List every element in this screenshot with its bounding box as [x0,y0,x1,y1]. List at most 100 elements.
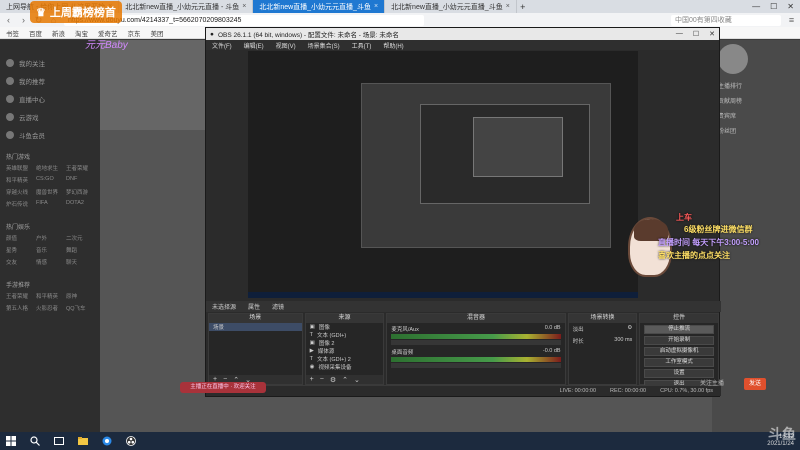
sidebar-link[interactable]: 颜值 [6,234,34,242]
sidebar-link[interactable]: 第五人格 [6,304,34,312]
search-icon[interactable] [30,436,40,446]
settings-button[interactable]: 设置 [644,369,714,378]
sidebar-item[interactable]: 我的关注 [6,54,94,72]
up-icon[interactable]: ⌃ [342,376,348,384]
live-notice[interactable]: 主播正在直播中 · 欢迎关注 [180,382,266,393]
add-icon[interactable]: + [310,376,314,383]
bookmark-item[interactable]: 新浪 [52,28,65,38]
sidebar-link[interactable]: 王者荣耀 [66,164,94,172]
sidebar-link[interactable]: 星秀 [6,246,34,254]
menu-tools[interactable]: 工具(T) [352,41,372,50]
virtual-camera-button[interactable]: 启动虚拟摄像机 [644,347,714,356]
source-item[interactable]: ▶ 媒体源 [306,347,384,355]
volume-slider[interactable] [391,363,561,368]
right-panel-item[interactable]: 贵宾席 [712,108,800,123]
studio-mode-button[interactable]: 工作室模式 [644,358,714,367]
remove-icon[interactable]: − [320,376,324,383]
sidebar-link[interactable]: 王者荣耀 [6,292,34,300]
close-icon[interactable]: × [242,3,246,10]
channel-db: -0.0 dB [542,348,561,354]
filters-button[interactable]: 滤镜 [272,302,284,311]
menu-view[interactable]: 视图(V) [276,41,296,50]
bookmark-item[interactable]: 百度 [29,28,42,38]
sidebar-link[interactable]: 舞蹈 [66,246,94,254]
windows-start-icon[interactable] [6,436,16,446]
browser-icon[interactable] [102,436,112,446]
sidebar-item[interactable]: 直播中心 [6,90,94,108]
sidebar-link[interactable]: 和平精英 [36,292,64,300]
sidebar-link[interactable]: 聊天 [66,258,94,266]
sidebar-link[interactable]: 交友 [6,258,34,266]
search-input[interactable]: 中国00有第四收藏 [671,14,781,26]
avatar[interactable] [718,44,748,74]
sidebar-item[interactable]: 斗鱼会员 [6,126,94,144]
menu-help[interactable]: 帮助(H) [383,41,403,50]
transition-select[interactable]: 淡出 ⚙ [569,323,637,335]
minimize-icon[interactable]: — [752,2,760,11]
source-item[interactable]: ▣ 图像 [306,323,384,331]
browser-tab[interactable]: 北北新new直播_小幼元元直播_斗鱼 × [385,0,517,13]
stop-streaming-button[interactable]: 停止推流 [644,325,714,334]
menu-file[interactable]: 文件(F) [212,41,232,50]
source-item[interactable]: T 文本 (GDI+) 2 [306,355,384,363]
close-window-icon[interactable]: ✕ [709,30,715,38]
sidebar-link[interactable]: 炉石传说 [6,200,34,208]
down-icon[interactable]: ⌄ [354,376,360,384]
browser-tab-active[interactable]: 北北新new直播_小幼元元直播_斗鱼 × [253,0,386,13]
right-panel-item[interactable]: 粉丝团 [712,123,800,138]
right-panel-item[interactable]: 主播排行 [712,78,800,93]
bookmark-item[interactable]: 书签 [6,28,19,38]
source-item[interactable]: T 文本 (GDI+) [306,331,384,339]
sidebar-item[interactable]: 我的推荐 [6,72,94,90]
bookmark-item[interactable]: 美团 [151,28,164,38]
sidebar-link[interactable]: DOTA2 [66,200,94,208]
sidebar-link[interactable]: 梦幻西游 [66,188,94,196]
follow-text[interactable]: 关注主播 [700,378,724,387]
maximize-icon[interactable]: ☐ [770,2,777,11]
sidebar-link[interactable]: 绝地求生 [36,164,64,172]
menu-icon[interactable]: ≡ [787,15,796,25]
sidebar-link[interactable]: 火影忍者 [36,304,64,312]
sidebar-link[interactable]: 穿越火线 [6,188,34,196]
properties-button[interactable]: 属性 [248,302,260,311]
forward-icon[interactable]: › [19,15,28,25]
task-view-icon[interactable] [54,436,64,446]
volume-slider[interactable] [391,340,561,345]
close-icon[interactable]: × [506,3,510,10]
sidebar-link[interactable]: 英雄联盟 [6,164,34,172]
bookmark-item[interactable]: 京东 [128,28,141,38]
menu-edit[interactable]: 编辑(E) [244,41,264,50]
send-button[interactable]: 发送 [744,378,766,390]
sidebar-link[interactable]: 情感 [36,258,64,266]
sidebar-link[interactable]: 原神 [66,292,94,300]
obs-preview[interactable] [248,51,638,298]
duration-field[interactable]: 时长 300 ms [569,335,637,347]
close-icon[interactable]: × [374,3,378,10]
source-item[interactable]: ▣ 图像 2 [306,339,384,347]
start-recording-button[interactable]: 开始录制 [644,336,714,345]
source-item[interactable]: ◉ 视频采集设备 [306,363,384,371]
close-window-icon[interactable]: ✕ [787,2,794,11]
sidebar-link[interactable]: 二次元 [66,234,94,242]
back-icon[interactable]: ‹ [4,15,13,25]
gear-icon[interactable]: ⚙ [627,325,632,333]
sidebar-link[interactable]: 和平精英 [6,176,34,184]
folder-icon[interactable] [78,436,88,446]
maximize-icon[interactable]: ☐ [693,30,699,38]
sidebar-link[interactable]: CS:GO [36,176,64,184]
new-tab-icon[interactable]: + [517,2,529,12]
browser-tab[interactable]: 北北新new直播_小幼元元直播 - 斗鱼 × [119,0,254,13]
sidebar-link[interactable]: 音乐 [36,246,64,254]
sidebar-link[interactable]: 户外 [36,234,64,242]
right-panel-item[interactable]: 贡献周榜 [712,93,800,108]
sidebar-link[interactable]: DNF [66,176,94,184]
minimize-icon[interactable]: — [676,30,683,38]
menu-scene-collection[interactable]: 场景集合(S) [308,41,340,50]
sidebar-link[interactable]: FIFA [36,200,64,208]
gear-icon[interactable]: ⚙ [330,376,336,384]
sidebar-link[interactable]: QQ飞车 [66,304,94,312]
sidebar-item[interactable]: 云游戏 [6,108,94,126]
sidebar-link[interactable]: 魔兽世界 [36,188,64,196]
obs-icon[interactable] [126,436,136,446]
scene-item[interactable]: 场景 [209,323,302,331]
